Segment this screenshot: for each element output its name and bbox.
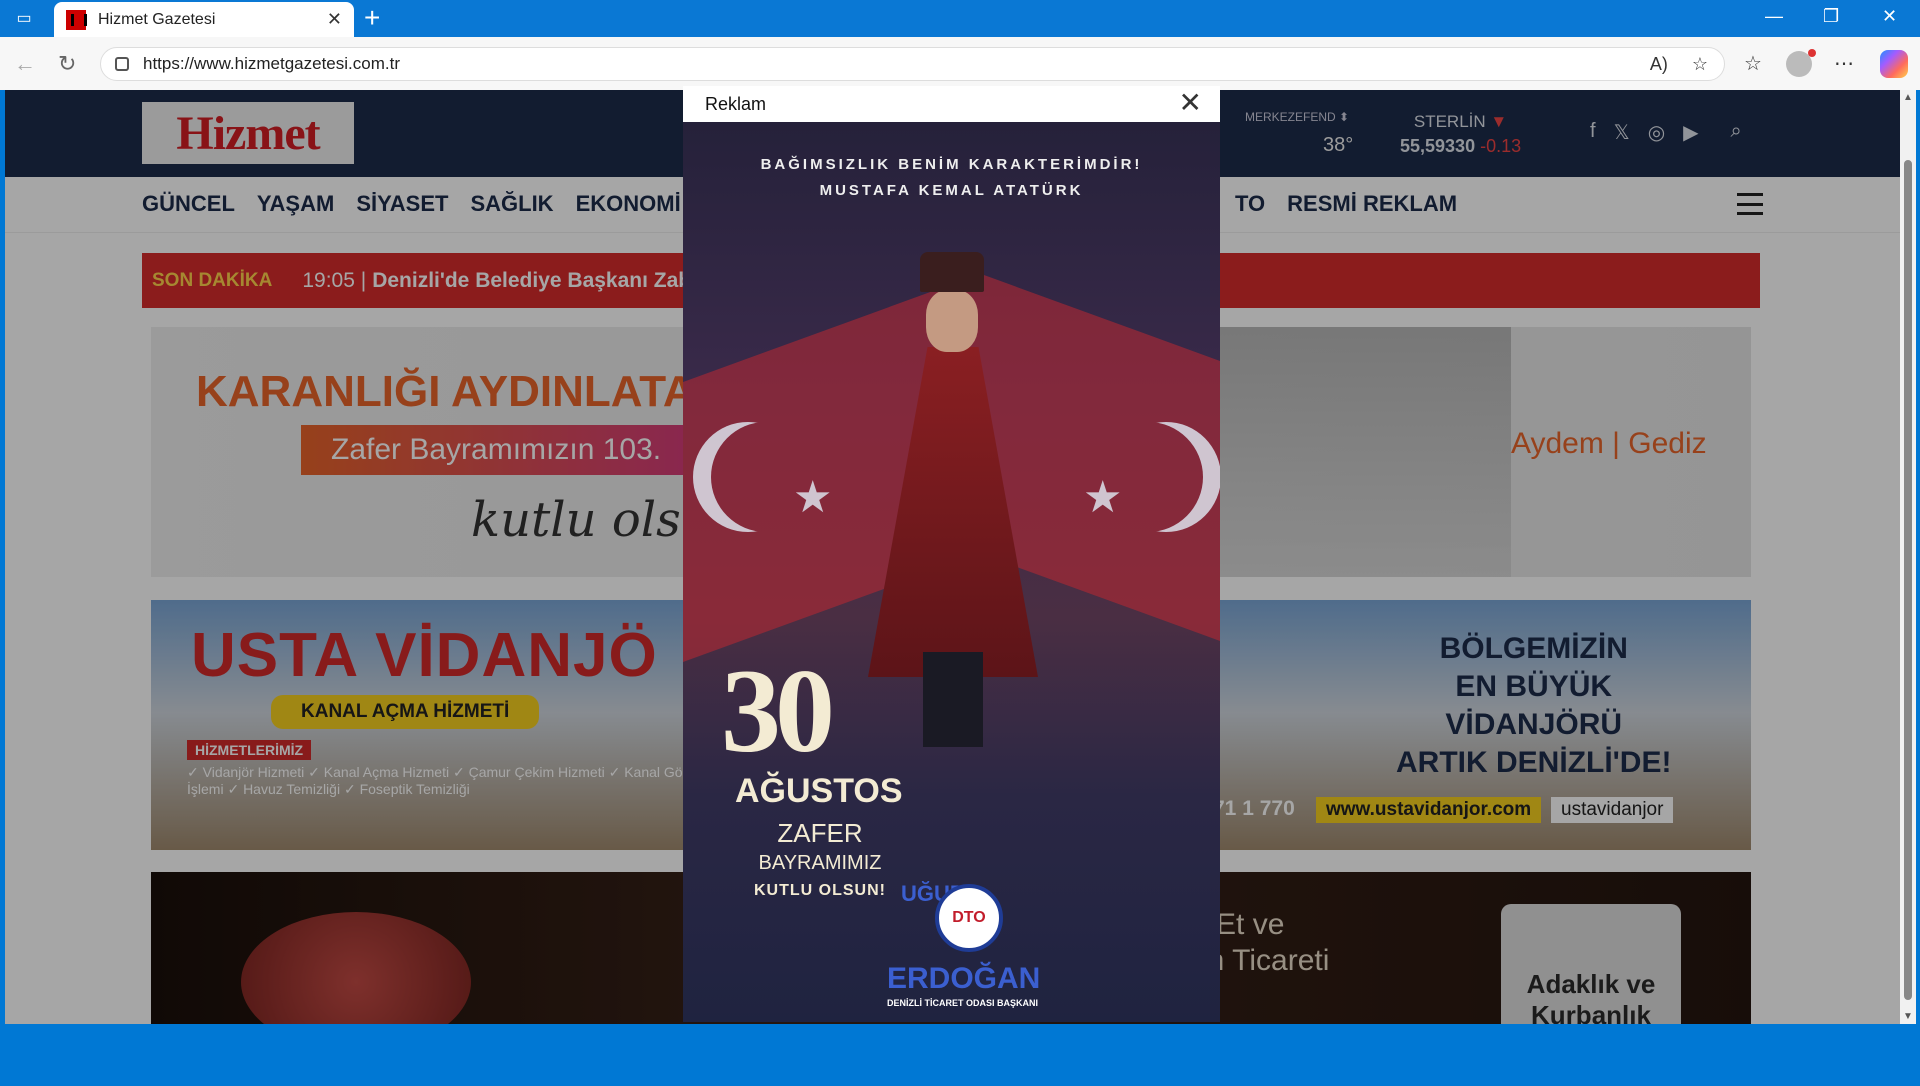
modal-header: Reklam ✕ <box>683 86 1220 122</box>
address-bar-row: ← ↻ https://www.hizmetgazetesi.com.tr A)… <box>0 37 1920 90</box>
window-close-button[interactable]: ✕ <box>1882 6 1897 27</box>
new-tab-button[interactable]: + <box>364 4 380 32</box>
poster-role: DENİZLİ TİCARET ODASI BAŞKANI <box>887 998 1039 1008</box>
poster-name: ERDOĞAN <box>887 962 1041 995</box>
poster-number: 30 <box>721 644 835 777</box>
poster-quote: BAĞIMSIZLIK BENİM KARAKTERİMDİR! MUSTAFA… <box>760 156 1143 199</box>
scroll-up-icon[interactable]: ▲ <box>1903 92 1913 103</box>
url-field[interactable]: https://www.hizmetgazetesi.com.tr A) ☆ <box>100 47 1725 81</box>
tab-actions-icon[interactable]: ▭ <box>10 6 38 30</box>
tab-title: Hizmet Gazetesi <box>98 10 216 28</box>
site-info-icon[interactable] <box>115 57 129 71</box>
restore-button[interactable]: ❐ <box>1823 6 1839 27</box>
star-left-icon: ★ <box>793 473 833 522</box>
scroll-down-icon[interactable]: ▼ <box>1903 1011 1913 1022</box>
url-text: https://www.hizmetgazetesi.com.tr <box>143 54 400 73</box>
zafer-bayrami-poster[interactable]: BAĞIMSIZLIK BENİM KARAKTERİMDİR! MUSTAFA… <box>683 122 1220 1022</box>
ad-modal: Reklam ✕ BAĞIMSIZLIK BENİM KARAKTERİMDİR… <box>683 86 1220 1086</box>
page-scrollbar[interactable]: ▲ ▼ <box>1900 90 1916 1024</box>
favorite-star-icon[interactable]: ☆ <box>1692 54 1708 75</box>
more-options-icon[interactable]: ⋯ <box>1834 51 1854 76</box>
poster-bayram: BAYRAMIMIZ <box>758 852 882 874</box>
refresh-icon[interactable]: ↻ <box>58 51 76 77</box>
modal-title: Reklam <box>705 93 767 114</box>
back-icon[interactable]: ← <box>14 51 36 77</box>
scrollbar-thumb[interactable] <box>1904 160 1912 1000</box>
copilot-icon[interactable] <box>1880 50 1908 78</box>
site-favicon-icon <box>66 9 87 30</box>
poster-kutlu: KUTLU OLSUN! <box>754 882 886 899</box>
ataturk-figure <box>858 252 1048 752</box>
dto-seal: DTO <box>935 884 1003 952</box>
tab-close-icon[interactable]: ✕ <box>327 9 342 30</box>
active-tab[interactable]: Hizmet Gazetesi ✕ <box>54 2 354 37</box>
favorites-icon[interactable]: ☆ <box>1744 51 1762 76</box>
tab-bar: ▭ Hizmet Gazetesi ✕ + — ❐ ✕ <box>0 0 1920 37</box>
poster-month: AĞUSTOS <box>735 772 903 810</box>
star-right-icon: ★ <box>1083 473 1123 522</box>
modal-close-icon[interactable]: ✕ <box>1179 86 1202 119</box>
read-aloud-icon[interactable]: A) <box>1650 54 1668 75</box>
profile-avatar[interactable] <box>1786 49 1816 77</box>
poster-zafer: ZAFER <box>777 818 863 848</box>
minimize-button[interactable]: — <box>1765 6 1783 27</box>
poster-ugur: UĞUR <box>901 881 966 906</box>
